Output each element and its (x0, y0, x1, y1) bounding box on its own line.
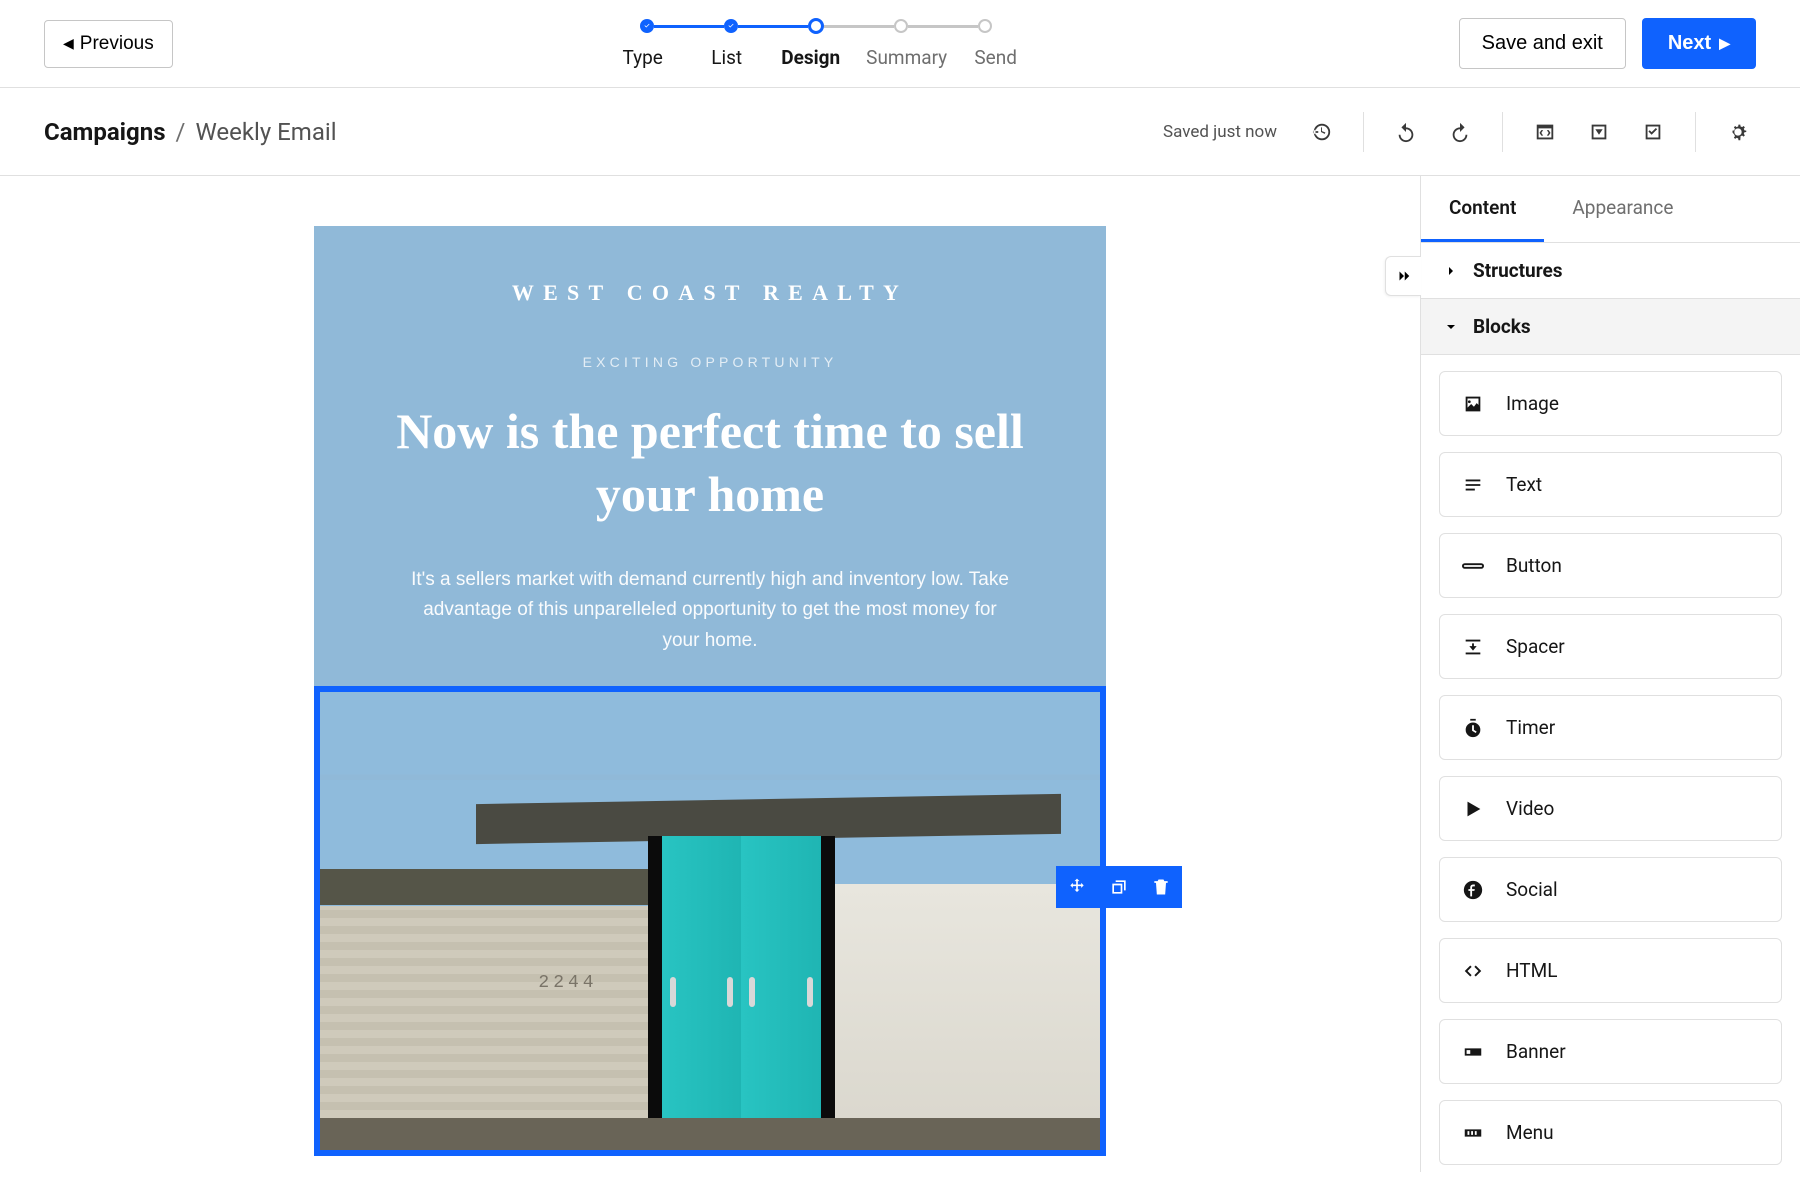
chevron-double-right-icon (1395, 267, 1413, 285)
delete-block-button[interactable] (1140, 866, 1182, 908)
block-label: Text (1506, 473, 1542, 496)
code-view-button[interactable] (1527, 114, 1563, 150)
email-image[interactable]: 2244 (314, 686, 1106, 1156)
caret-right-icon: ▶ (1719, 35, 1730, 52)
caret-left-icon: ◀ (63, 35, 74, 52)
divider (1695, 112, 1696, 152)
sub-bar: Campaigns / Weekly Email Saved just now (0, 88, 1800, 176)
step-dot-send[interactable] (978, 19, 992, 33)
next-button[interactable]: Next ▶ (1642, 18, 1756, 69)
block-menu[interactable]: Menu (1439, 1100, 1782, 1165)
block-label: Video (1506, 797, 1554, 820)
breadcrumb-root[interactable]: Campaigns (44, 118, 166, 146)
selected-image-block[interactable]: 2244 (354, 686, 1066, 1156)
block-label: Button (1506, 554, 1562, 577)
step-dot-summary[interactable] (894, 19, 908, 33)
block-toolbar (1056, 866, 1182, 908)
banner-icon (1462, 1041, 1484, 1063)
canvas-area[interactable]: WEST COAST REALTY EXCITING OPPORTUNITY N… (0, 176, 1420, 1172)
email-canvas[interactable]: WEST COAST REALTY EXCITING OPPORTUNITY N… (314, 226, 1106, 1156)
email-brand[interactable]: WEST COAST REALTY (354, 280, 1066, 306)
saved-status: Saved just now (1163, 122, 1277, 142)
step-label-list[interactable]: List (685, 46, 769, 69)
step-segment (654, 25, 724, 28)
block-timer[interactable]: Timer (1439, 695, 1782, 760)
step-label-design[interactable]: Design (769, 46, 853, 69)
preview-button[interactable] (1581, 114, 1617, 150)
social-icon (1462, 879, 1484, 901)
top-bar: ◀ Previous Type List Design Summary Send… (0, 0, 1800, 88)
undo-button[interactable] (1388, 114, 1424, 150)
divider (1363, 112, 1364, 152)
previous-label: Previous (80, 33, 154, 55)
house-illustration: 2244 (320, 780, 1100, 1150)
block-html[interactable]: HTML (1439, 938, 1782, 1003)
step-label-type[interactable]: Type (601, 46, 685, 69)
video-icon (1462, 798, 1484, 820)
next-label: Next (1668, 32, 1711, 55)
divider (1502, 112, 1503, 152)
breadcrumb: Campaigns / Weekly Email (44, 118, 337, 146)
block-button[interactable]: Button (1439, 533, 1782, 598)
section-blocks[interactable]: Blocks (1421, 299, 1800, 355)
sidebar: Content Appearance Structures Blocks Ima… (1420, 176, 1800, 1172)
email-headline[interactable]: Now is the perfect time to sell your hom… (354, 400, 1066, 525)
step-dot-type[interactable] (640, 19, 654, 33)
block-image[interactable]: Image (1439, 371, 1782, 436)
email-eyebrow[interactable]: EXCITING OPPORTUNITY (354, 354, 1066, 370)
block-label: HTML (1506, 959, 1557, 982)
save-exit-button[interactable]: Save and exit (1459, 18, 1626, 69)
breadcrumb-leaf: Weekly Email (195, 118, 336, 146)
sidebar-tabs: Content Appearance (1421, 176, 1800, 243)
block-list: Image Text Button Spacer Timer Video (1421, 355, 1800, 1181)
breadcrumb-separator: / (176, 118, 186, 146)
image-icon (1462, 393, 1484, 415)
structures-label: Structures (1473, 259, 1563, 282)
house-number: 2244 (538, 973, 597, 993)
block-label: Image (1506, 392, 1559, 415)
step-segment (824, 25, 894, 28)
spacer-icon (1462, 636, 1484, 658)
block-social[interactable]: Social (1439, 857, 1782, 922)
redo-button[interactable] (1442, 114, 1478, 150)
block-label: Social (1506, 878, 1558, 901)
block-video[interactable]: Video (1439, 776, 1782, 841)
step-label-send[interactable]: Send (961, 46, 1031, 69)
email-body[interactable]: WEST COAST REALTY EXCITING OPPORTUNITY N… (314, 226, 1106, 1156)
email-body-text[interactable]: It's a sellers market with demand curren… (410, 565, 1010, 656)
menu-icon (1462, 1122, 1484, 1144)
step-segment (908, 25, 978, 28)
block-text[interactable]: Text (1439, 452, 1782, 517)
step-segment (738, 25, 808, 28)
timer-icon (1462, 717, 1484, 739)
text-icon (1462, 474, 1484, 496)
blocks-label: Blocks (1473, 315, 1531, 338)
button-icon (1462, 555, 1484, 577)
section-structures[interactable]: Structures (1421, 243, 1800, 299)
tab-appearance[interactable]: Appearance (1544, 176, 1701, 242)
html-icon (1462, 960, 1484, 982)
block-label: Timer (1506, 716, 1555, 739)
block-label: Banner (1506, 1040, 1566, 1063)
checklist-button[interactable] (1635, 114, 1671, 150)
step-dot-design[interactable] (808, 18, 824, 34)
chevron-right-icon (1443, 263, 1459, 279)
main-area: WEST COAST REALTY EXCITING OPPORTUNITY N… (0, 176, 1800, 1172)
tab-content[interactable]: Content (1421, 176, 1544, 242)
stepper: Type List Design Summary Send (601, 18, 1031, 69)
settings-button[interactable] (1720, 114, 1756, 150)
history-button[interactable] (1303, 114, 1339, 150)
chevron-down-icon (1443, 319, 1459, 335)
collapse-sidebar-button[interactable] (1385, 256, 1421, 296)
step-label-summary[interactable]: Summary (853, 46, 961, 69)
block-spacer[interactable]: Spacer (1439, 614, 1782, 679)
block-label: Spacer (1506, 635, 1565, 658)
previous-button[interactable]: ◀ Previous (44, 20, 173, 68)
toolbar: Saved just now (1163, 112, 1756, 152)
duplicate-block-button[interactable] (1098, 866, 1140, 908)
block-banner[interactable]: Banner (1439, 1019, 1782, 1084)
block-label: Menu (1506, 1121, 1554, 1144)
move-block-button[interactable] (1056, 866, 1098, 908)
step-dot-list[interactable] (724, 19, 738, 33)
